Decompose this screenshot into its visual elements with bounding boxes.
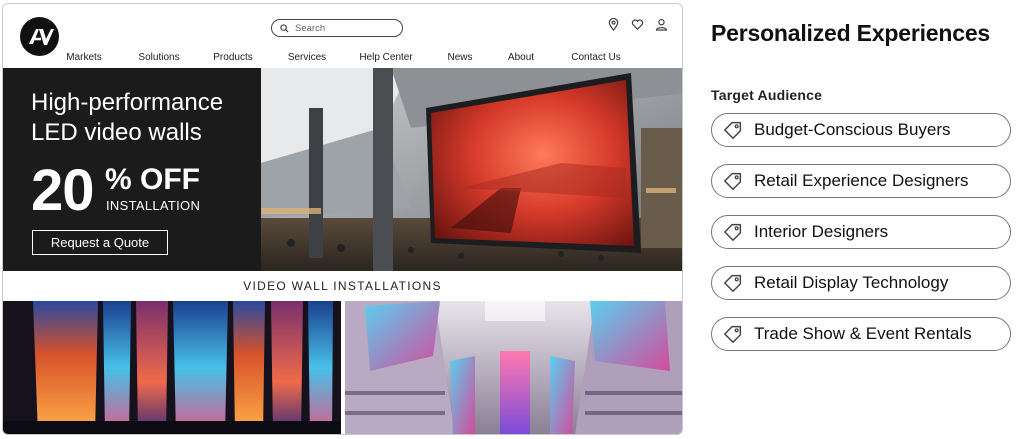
site-header: Markets Solutions Products Services Help… bbox=[3, 4, 682, 68]
location-icon[interactable] bbox=[607, 17, 620, 31]
website-mockup: Markets Solutions Products Services Help… bbox=[2, 3, 683, 435]
header-icons bbox=[607, 17, 668, 31]
audience-tag-retail-experience-designers[interactable]: Retail Experience Designers bbox=[711, 164, 1011, 198]
nav-item-services[interactable]: Services bbox=[288, 52, 326, 63]
tag-icon bbox=[724, 172, 742, 190]
hero-promo-panel: High-performance LED video walls 20 % OF… bbox=[3, 68, 261, 271]
audience-tag-trade-show-event-rentals[interactable]: Trade Show & Event Rentals bbox=[711, 317, 1011, 351]
request-quote-button[interactable]: Request a Quote bbox=[32, 230, 168, 255]
tag-label: Interior Designers bbox=[754, 222, 889, 241]
audience-tag-budget-conscious-buyers[interactable]: Budget-Conscious Buyers bbox=[711, 113, 1011, 147]
nav-item-contact-us[interactable]: Contact Us bbox=[571, 52, 620, 63]
audience-tag-retail-display-technology[interactable]: Retail Display Technology bbox=[711, 266, 1011, 300]
gallery-image-concert-led-pillars[interactable] bbox=[3, 301, 341, 434]
tag-label: Retail Experience Designers bbox=[754, 171, 969, 190]
logo-av-icon bbox=[29, 29, 54, 45]
tag-icon bbox=[724, 274, 742, 292]
nav-item-about[interactable]: About bbox=[508, 52, 534, 63]
nav-item-solutions[interactable]: Solutions bbox=[138, 52, 179, 63]
site-logo[interactable] bbox=[20, 17, 59, 56]
hero-image-mall-video-wall bbox=[261, 68, 682, 271]
hero-title-line-1: High-performance bbox=[31, 89, 224, 116]
tag-label: Budget-Conscious Buyers bbox=[754, 120, 951, 139]
section-title: VIDEO WALL INSTALLATIONS bbox=[243, 279, 442, 293]
search-box[interactable] bbox=[271, 19, 403, 37]
target-audience-label: Target Audience bbox=[711, 87, 823, 103]
nav-item-help-center[interactable]: Help Center bbox=[359, 52, 412, 63]
panel-title: Personalized Experiences bbox=[711, 20, 991, 46]
tag-label: Retail Display Technology bbox=[754, 273, 949, 292]
tag-icon bbox=[724, 223, 742, 241]
heart-icon[interactable] bbox=[631, 18, 644, 31]
hero-title-line-2: LED video walls bbox=[31, 119, 202, 146]
discount-suffix: % OFF bbox=[105, 163, 200, 196]
audience-tag-interior-designers[interactable]: Interior Designers bbox=[711, 215, 1011, 249]
search-input[interactable] bbox=[295, 22, 395, 34]
nav-item-products[interactable]: Products bbox=[213, 52, 252, 63]
discount-number: 20 bbox=[31, 158, 95, 223]
tag-icon bbox=[724, 121, 742, 139]
nav-item-news[interactable]: News bbox=[447, 52, 472, 63]
tag-label: Trade Show & Event Rentals bbox=[754, 324, 972, 343]
nav-item-markets[interactable]: Markets bbox=[66, 52, 102, 63]
hero-banner: High-performance LED video walls 20 % OF… bbox=[3, 68, 682, 271]
search-icon bbox=[280, 23, 289, 33]
gallery-image-mall-atrium-screens[interactable] bbox=[345, 301, 682, 434]
hero-title: High-performance LED video walls bbox=[31, 88, 261, 148]
discount-subject: INSTALLATION bbox=[106, 198, 201, 213]
user-icon[interactable] bbox=[655, 18, 668, 31]
tag-icon bbox=[724, 325, 742, 343]
main-nav: Markets Solutions Products Services Help… bbox=[3, 52, 682, 66]
